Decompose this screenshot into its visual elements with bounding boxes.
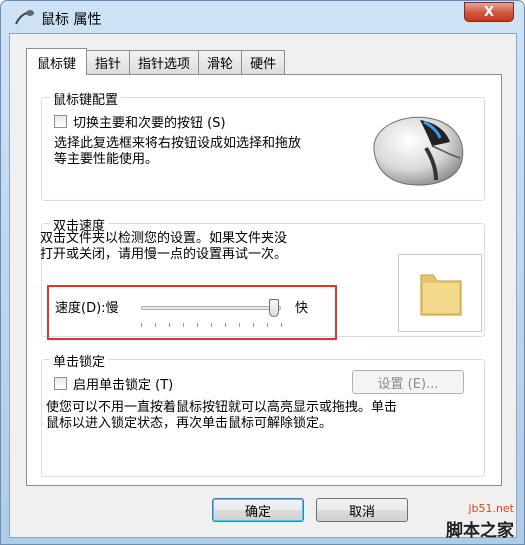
close-icon: X (483, 4, 495, 20)
watermark-url: jb51.net (468, 502, 514, 515)
click-lock-settings-button[interactable]: 设置 (E)... (352, 370, 464, 394)
slider-tick (239, 323, 240, 327)
slider-tick (183, 323, 184, 327)
double-click-description-line2: 打开或关闭，请用慢一点的设置再试一次。 (40, 247, 288, 262)
tab-pointer-options[interactable]: 指针选项 (129, 50, 200, 74)
mouse-pointer-icon (15, 10, 34, 25)
button-config-group: 鼠标键配置 切换主要和次要的按钮 (S) 选择此复选框来将右按钮设成如选择和拖放… (41, 89, 485, 201)
switch-buttons-label: 切换主要和次要的按钮 (S) (73, 116, 226, 131)
slider-tick (155, 323, 156, 327)
click-lock-group: 单击锁定 启用单击锁定 (T) 设置 (E)... 使您可以不用一直按着鼠标按钮… (41, 351, 485, 477)
slider-tick (253, 323, 254, 327)
mouse-properties-window: 鼠标 属性 X 鼠标键 指针 指针选项 滑轮 硬件 鼠标键配置 切换主要和次要的… (0, 0, 525, 545)
button-config-heading: 鼠标键配置 (50, 89, 122, 108)
close-button[interactable]: X (464, 2, 514, 22)
switch-buttons-checkbox-row[interactable]: 切换主要和次要的按钮 (S) (54, 112, 226, 131)
tab-strip: 鼠标键 指针 指针选项 滑轮 硬件 (26, 48, 286, 75)
slider-tick (211, 323, 212, 327)
tab-wheel[interactable]: 滑轮 (198, 50, 243, 74)
click-lock-heading: 单击锁定 (50, 351, 109, 370)
title-bar[interactable]: 鼠标 属性 X (1, 1, 524, 35)
enable-click-lock-row[interactable]: 启用单击锁定 (T) (54, 374, 173, 393)
double-click-description-line1: 双击文件夹以检测您的设置。如果文件夹没 (40, 231, 288, 246)
click-lock-description: 使您可以不用一直按着鼠标按钮就可以高亮显示或拖拽。单击 鼠标以进入锁定状态，再次… (46, 400, 484, 432)
slider-tick (281, 323, 282, 327)
button-config-description: 选择此复选框来将右按钮设成如选择和拖放 等主要性能使用。 (54, 136, 364, 168)
speed-fast-label: 快 (295, 301, 309, 316)
slider-tick (141, 323, 142, 327)
button-config-description-line2: 等主要性能使用。 (54, 152, 159, 167)
speed-label-row: 速度(D):慢 (55, 297, 119, 316)
slider-tick (169, 323, 170, 327)
slider-thumb[interactable] (269, 299, 279, 317)
window-title: 鼠标 属性 (41, 12, 102, 28)
tab-panel: 鼠标键配置 切换主要和次要的按钮 (S) 选择此复选框来将右按钮设成如选择和拖放… (26, 74, 502, 486)
enable-click-lock-label: 启用单击锁定 (T) (73, 378, 174, 393)
tab-pointers[interactable]: 指针 (86, 50, 131, 74)
double-click-speed-slider[interactable] (141, 306, 281, 310)
ok-button[interactable]: 确定 (212, 498, 304, 522)
click-lock-description-line1: 使您可以不用一直按着鼠标按钮就可以高亮显示或拖拽。单击 (46, 400, 398, 415)
double-click-description: 双击文件夹以检测您的设置。如果文件夹没 打开或关闭，请用慢一点的设置再试一次。 (40, 231, 370, 263)
slider-tick (267, 323, 268, 327)
switch-buttons-checkbox[interactable] (54, 115, 67, 128)
tab-buttons[interactable]: 鼠标键 (26, 48, 88, 75)
mouse-illustration (373, 116, 464, 186)
dialog-client-area: 鼠标键 指针 指针选项 滑轮 硬件 鼠标键配置 切换主要和次要的按钮 (S) 选… (9, 33, 517, 538)
watermark-text: 脚本之家 (446, 521, 514, 541)
slider-tick (197, 323, 198, 327)
enable-click-lock-checkbox[interactable] (54, 377, 67, 390)
click-lock-description-line2: 鼠标以进入锁定状态，再次单击鼠标可解除锁定。 (46, 416, 333, 431)
speed-label: 速度(D):慢 (55, 301, 119, 316)
slider-tick (225, 323, 226, 327)
button-config-description-line1: 选择此复选框来将右按钮设成如选择和拖放 (54, 136, 302, 151)
watermark: jb51.net 脚本之家 (390, 502, 520, 542)
folder-icon (420, 274, 462, 316)
tab-hardware[interactable]: 硬件 (241, 50, 286, 74)
test-folder-area[interactable] (398, 254, 482, 332)
